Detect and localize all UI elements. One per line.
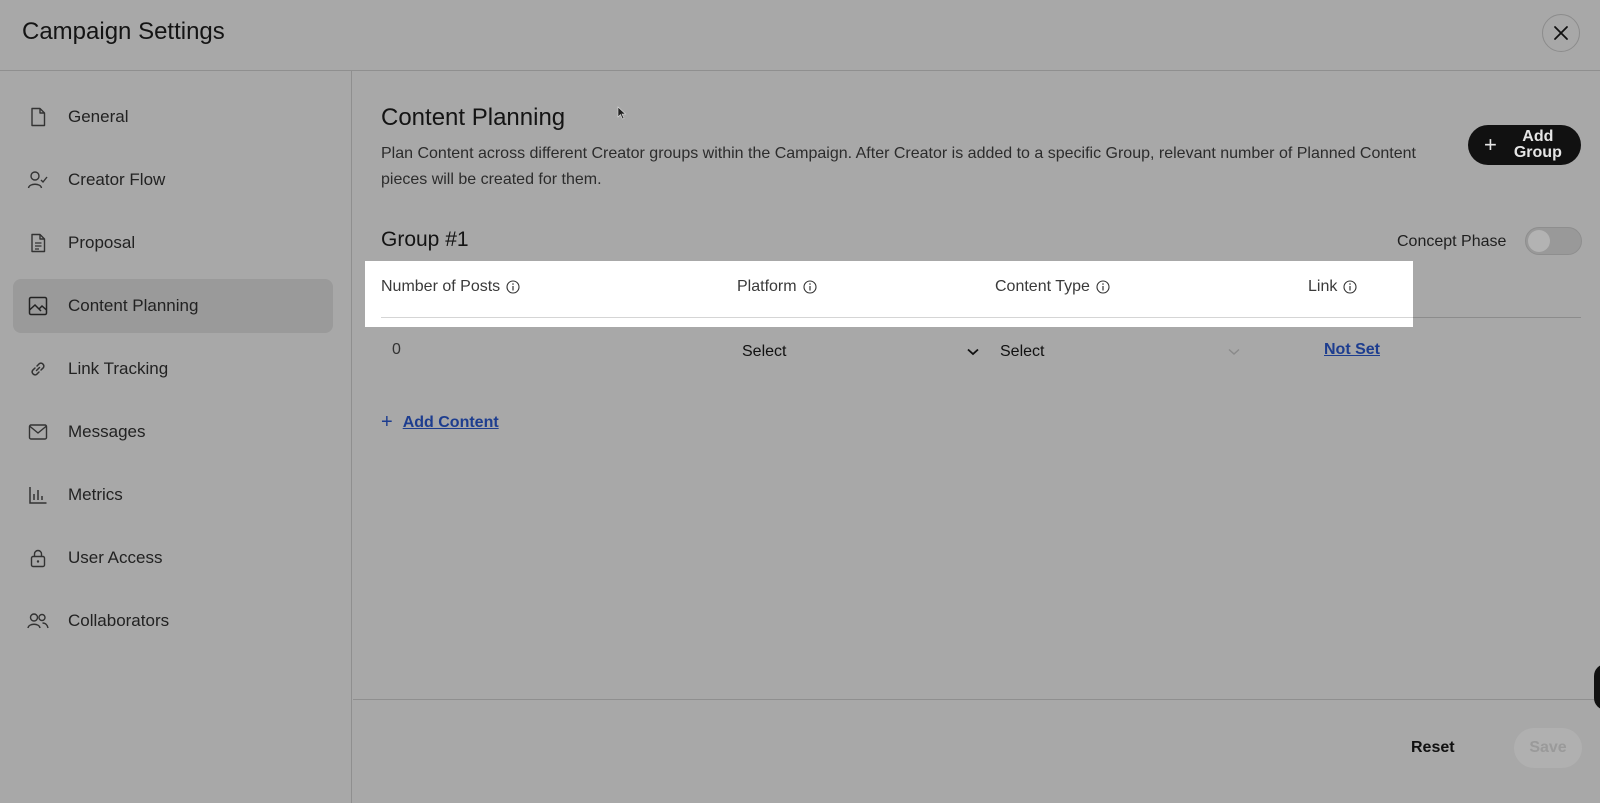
table-header-divider-extension <box>1413 317 1581 318</box>
sidebar-item-label: Creator Flow <box>68 170 166 189</box>
sidebar-item-label: Messages <box>68 422 146 441</box>
sidebar-item-creator-flow[interactable]: Creator Flow <box>13 153 333 207</box>
info-icon[interactable] <box>1343 280 1357 294</box>
column-header-link: Link <box>1308 278 1357 296</box>
info-icon[interactable] <box>803 280 817 294</box>
chat-widget-button[interactable] <box>1594 664 1600 710</box>
plus-icon: + <box>1484 132 1497 157</box>
column-header-label: Platform <box>737 278 797 295</box>
close-button[interactable] <box>1542 14 1580 52</box>
document-icon <box>27 106 49 128</box>
content-type-select-value: Select <box>1000 343 1045 360</box>
settings-sidebar: General Creator Flow Proposal Content Pl… <box>0 71 352 803</box>
content-type-select[interactable]: Select <box>1000 341 1240 363</box>
toggle-knob <box>1528 230 1550 252</box>
page-description: Plan Content across different Creator gr… <box>381 145 1416 188</box>
platform-select-value: Select <box>742 343 787 360</box>
modal-header: Campaign Settings <box>0 0 1600 71</box>
link-not-set[interactable]: Not Set <box>1324 341 1380 359</box>
column-header-platform: Platform <box>737 278 817 296</box>
sidebar-item-content-planning[interactable]: Content Planning <box>13 279 333 333</box>
mouse-cursor-icon <box>617 106 627 120</box>
page-title: Content Planning <box>381 104 566 131</box>
lock-icon <box>27 547 49 569</box>
file-text-icon <box>27 232 49 254</box>
sidebar-item-link-tracking[interactable]: Link Tracking <box>13 342 333 396</box>
close-icon <box>1554 26 1568 40</box>
sidebar-item-collaborators[interactable]: Collaborators <box>13 594 333 648</box>
sidebar-item-label: Proposal <box>68 233 136 252</box>
sidebar-item-label: User Access <box>68 548 163 567</box>
sidebar-item-general[interactable]: General <box>13 90 333 144</box>
add-content-button[interactable]: + Add Content <box>381 411 499 434</box>
sidebar-item-label: Link Tracking <box>68 359 169 378</box>
footer-divider <box>353 699 1600 700</box>
sidebar-item-label: Content Planning <box>68 296 199 315</box>
column-header-label: Number of Posts <box>381 278 501 295</box>
chevron-down-icon <box>1228 348 1240 355</box>
save-button[interactable]: Save <box>1514 728 1582 768</box>
mail-icon <box>27 421 49 443</box>
modal-title: Campaign Settings <box>22 18 225 45</box>
info-icon[interactable] <box>1096 280 1110 294</box>
link-icon <box>27 358 49 380</box>
info-icon[interactable] <box>506 280 520 294</box>
sidebar-item-metrics[interactable]: Metrics <box>13 468 333 522</box>
table-header-divider <box>381 317 1413 318</box>
reset-button[interactable]: Reset <box>1411 739 1455 757</box>
add-group-button[interactable]: + Add Group <box>1468 125 1581 165</box>
number-of-posts-input[interactable]: 0 <box>392 341 401 359</box>
plus-icon: + <box>381 411 393 433</box>
sidebar-item-label: Collaborators <box>68 611 170 630</box>
add-group-label: Add Group <box>1513 128 1562 161</box>
sidebar-item-proposal[interactable]: Proposal <box>13 216 333 270</box>
content-planning-panel: Content Planning Plan Content across dif… <box>353 71 1600 803</box>
chevron-down-icon <box>967 348 979 356</box>
image-icon <box>27 295 49 317</box>
concept-phase-toggle[interactable] <box>1525 227 1582 255</box>
users-icon <box>27 610 49 632</box>
column-header-number-of-posts: Number of Posts <box>381 278 520 296</box>
group-title: Group #1 <box>381 228 469 251</box>
column-header-label: Content Type <box>995 278 1090 295</box>
bar-chart-icon <box>27 484 49 506</box>
column-header-content-type: Content Type <box>995 278 1110 296</box>
user-flow-icon <box>27 169 49 191</box>
platform-select[interactable]: Select <box>742 341 979 363</box>
sidebar-item-user-access[interactable]: User Access <box>13 531 333 585</box>
sidebar-item-messages[interactable]: Messages <box>13 405 333 459</box>
column-header-label: Link <box>1308 278 1338 295</box>
add-content-label: Add Content <box>402 413 499 431</box>
sidebar-item-label: General <box>68 107 129 126</box>
sidebar-item-label: Metrics <box>68 485 123 504</box>
concept-phase-label: Concept Phase <box>1397 233 1507 250</box>
